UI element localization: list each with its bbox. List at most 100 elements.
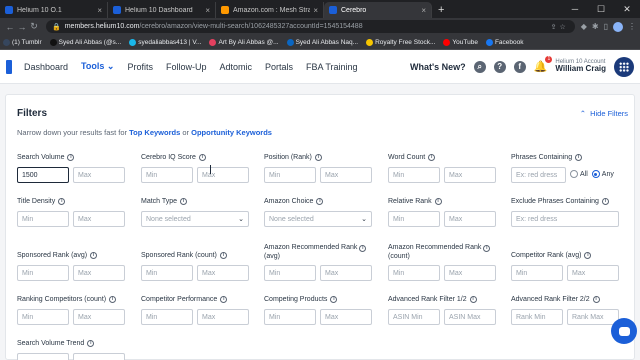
- info-icon[interactable]: i: [180, 198, 188, 205]
- search-volume-trend-max-input[interactable]: [73, 353, 125, 360]
- info-icon[interactable]: i: [434, 198, 442, 205]
- close-icon[interactable]: ×: [97, 6, 102, 15]
- minimize-icon[interactable]: ─: [562, 4, 588, 14]
- info-icon[interactable]: i: [584, 252, 592, 259]
- nav-profits[interactable]: Profits: [127, 62, 153, 72]
- info-icon[interactable]: i: [592, 296, 600, 303]
- info-icon[interactable]: i: [219, 252, 227, 259]
- info-icon[interactable]: i: [67, 154, 75, 161]
- info-icon[interactable]: i: [469, 296, 477, 303]
- forward-icon[interactable]: →: [16, 22, 28, 32]
- close-icon[interactable]: ×: [313, 6, 318, 15]
- back-icon[interactable]: ←: [4, 22, 16, 32]
- nav-fba-training[interactable]: FBA Training: [306, 62, 358, 72]
- nav-portals[interactable]: Portals: [265, 62, 293, 72]
- competitor-avg-max-input[interactable]: Max: [567, 265, 619, 281]
- radio-all[interactable]: [570, 170, 578, 178]
- ranking-competitors-min-input[interactable]: Min: [17, 309, 69, 325]
- help-icon[interactable]: ?: [493, 60, 506, 73]
- account-info[interactable]: Helium 10 Account William Craig: [555, 59, 606, 74]
- info-icon[interactable]: i: [359, 245, 367, 252]
- sponsored-avg-min-input[interactable]: Min: [17, 265, 69, 281]
- rank-max-input[interactable]: Rank Max: [567, 309, 619, 325]
- competitor-perf-min-input[interactable]: Min: [141, 309, 193, 325]
- bookmark-item[interactable]: syedaliabbas413 | V...: [129, 38, 201, 46]
- nav-dashboard[interactable]: Dashboard: [24, 62, 68, 72]
- competing-products-max-input[interactable]: Max: [320, 309, 372, 325]
- browser-tab-helium-dashboard[interactable]: Helium 10 Dashboard ×: [108, 2, 216, 18]
- maximize-icon[interactable]: ☐: [588, 4, 614, 15]
- hide-filters-button[interactable]: ⌃ Hide Filters: [580, 109, 628, 118]
- info-icon[interactable]: i: [87, 340, 95, 347]
- ranking-competitors-max-input[interactable]: Max: [73, 309, 125, 325]
- word-count-max-input[interactable]: Max: [444, 167, 496, 183]
- search-volume-trend-min-input[interactable]: [17, 353, 69, 360]
- url-field[interactable]: 🔒 members.helium10.com /cerebro/amazon/v…: [46, 20, 575, 33]
- bell-icon[interactable]: 🔔 1: [534, 56, 553, 73]
- share-star-icons[interactable]: ⇪☆: [551, 23, 569, 31]
- chat-support-button[interactable]: [611, 318, 637, 344]
- avatar[interactable]: [614, 56, 634, 77]
- profile-avatar[interactable]: [613, 21, 623, 32]
- whats-new-link[interactable]: What's New?: [410, 62, 466, 72]
- bookmark-item[interactable]: Facebook: [485, 38, 524, 46]
- info-icon[interactable]: i: [198, 154, 206, 161]
- sponsored-count-min-input[interactable]: Min: [141, 265, 193, 281]
- search-volume-min-input[interactable]: 1500: [17, 167, 69, 183]
- sidebar-icon[interactable]: ▯: [604, 22, 608, 32]
- amz-rec-count-max-input[interactable]: Max: [444, 265, 496, 281]
- search-icon[interactable]: ⌕: [473, 60, 486, 73]
- info-icon[interactable]: i: [428, 154, 436, 161]
- competing-products-min-input[interactable]: Min: [264, 309, 316, 325]
- position-max-input[interactable]: Max: [320, 167, 372, 183]
- browser-tab-cerebro[interactable]: Cerebro ×: [324, 2, 432, 18]
- position-min-input[interactable]: Min: [264, 167, 316, 183]
- bookmark-item[interactable]: Syed Ali Abbas (@s...: [49, 38, 121, 46]
- exclude-phrases-input[interactable]: Ex: red dress: [511, 211, 619, 227]
- title-density-max-input[interactable]: Max: [73, 211, 125, 227]
- info-icon[interactable]: i: [58, 198, 66, 205]
- title-density-min-input[interactable]: Min: [17, 211, 69, 227]
- search-volume-max-input[interactable]: Max: [73, 167, 125, 183]
- bookmark-item[interactable]: (1) Tumblr: [3, 38, 42, 46]
- top-keywords-link[interactable]: Top Keywords: [129, 128, 180, 137]
- match-type-select[interactable]: None selected ⌄: [141, 211, 249, 227]
- competitor-avg-min-input[interactable]: Min: [511, 265, 563, 281]
- word-count-min-input[interactable]: Min: [388, 167, 440, 183]
- radio-any[interactable]: [591, 170, 600, 178]
- close-icon[interactable]: ×: [205, 6, 210, 15]
- browser-tab-helium-01[interactable]: Helium 10 O.1 ×: [0, 2, 108, 18]
- competitor-perf-max-input[interactable]: Max: [197, 309, 249, 325]
- close-window-icon[interactable]: ✕: [614, 4, 640, 15]
- cerebro-iq-max-input[interactable]: Max: [197, 167, 249, 183]
- close-icon[interactable]: ×: [421, 6, 426, 15]
- opportunity-keywords-link[interactable]: Opportunity Keywords: [191, 128, 272, 137]
- sponsored-count-max-input[interactable]: Max: [197, 265, 249, 281]
- asin-min-input[interactable]: ASIN Min: [388, 309, 440, 325]
- amz-rec-count-min-input[interactable]: Min: [388, 265, 440, 281]
- kebab-menu-icon[interactable]: ⋮: [628, 22, 636, 32]
- bookmark-item[interactable]: YouTube: [443, 38, 478, 46]
- browser-tab-amazon[interactable]: Amazon.com : Mesh Strainer ×: [216, 2, 324, 18]
- bookmark-item[interactable]: Royalty Free Stock...: [366, 38, 435, 46]
- rank-min-input[interactable]: Rank Min: [511, 309, 563, 325]
- bookmark-item[interactable]: Art By Ali Abbas @...: [209, 38, 279, 46]
- extension-icon[interactable]: ◆: [581, 22, 587, 32]
- info-icon[interactable]: i: [330, 296, 338, 303]
- amz-rec-avg-min-input[interactable]: Min: [264, 265, 316, 281]
- nav-adtomic[interactable]: Adtomic: [219, 62, 252, 72]
- nav-follow-up[interactable]: Follow-Up: [166, 62, 207, 72]
- info-icon[interactable]: i: [601, 198, 609, 205]
- puzzle-icon[interactable]: ✱: [592, 22, 599, 32]
- relative-rank-max-input[interactable]: Max: [444, 211, 496, 227]
- amazon-choice-select[interactable]: None selected ⌄: [264, 211, 372, 227]
- sponsored-avg-max-input[interactable]: Max: [73, 265, 125, 281]
- info-icon[interactable]: i: [90, 252, 98, 259]
- info-icon[interactable]: i: [314, 154, 322, 161]
- reload-icon[interactable]: ↻: [28, 21, 40, 32]
- bookmark-item[interactable]: Syed Ali Abbas Naq...: [286, 38, 358, 46]
- phrases-containing-input[interactable]: Ex: red dress: [511, 167, 566, 183]
- info-icon[interactable]: i: [483, 245, 491, 252]
- info-icon[interactable]: i: [220, 296, 228, 303]
- asin-max-input[interactable]: ASIN Max: [444, 309, 496, 325]
